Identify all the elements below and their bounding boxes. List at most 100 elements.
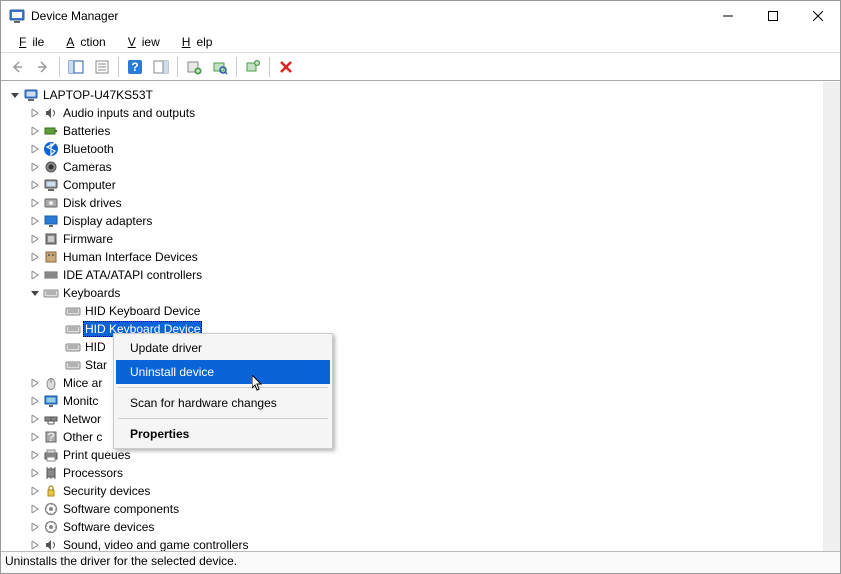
- software-icon: [43, 501, 59, 517]
- chevron-right-icon[interactable]: [27, 393, 43, 409]
- toolbar-action-pane-button[interactable]: [149, 55, 173, 79]
- tree-item-label: Mice ar: [61, 376, 104, 390]
- chevron-down-icon[interactable]: [7, 87, 23, 103]
- chevron-right-icon[interactable]: [27, 123, 43, 139]
- chevron-right-icon[interactable]: [27, 159, 43, 175]
- device-tree[interactable]: LAPTOP-U47KS53TAudio inputs and outputsB…: [1, 82, 840, 551]
- tree-item-label: HID Keyboard Device: [83, 304, 202, 318]
- network-icon: [43, 411, 59, 427]
- tree-category-camera[interactable]: Cameras: [5, 158, 840, 176]
- tree-item-label: Sound, video and game controllers: [61, 538, 250, 551]
- tree-item-label: Firmware: [61, 232, 115, 246]
- ctx-scan-hardware[interactable]: Scan for hardware changes: [116, 391, 330, 415]
- tree-category-audio[interactable]: Sound, video and game controllers: [5, 536, 840, 551]
- chevron-right-icon[interactable]: [27, 483, 43, 499]
- tree-item-label: Security devices: [61, 484, 152, 498]
- monitor-icon: [43, 393, 59, 409]
- chevron-down-icon[interactable]: [27, 285, 43, 301]
- menu-action[interactable]: Action: [54, 34, 111, 50]
- tree-category-processor[interactable]: Processors: [5, 464, 840, 482]
- tree-category-disk[interactable]: Disk drives: [5, 194, 840, 212]
- tree-item-label: Disk drives: [61, 196, 124, 210]
- chevron-right-icon[interactable]: [27, 429, 43, 445]
- toolbar: ?: [1, 53, 840, 81]
- battery-icon: [43, 123, 59, 139]
- tree-category-security[interactable]: Security devices: [5, 482, 840, 500]
- printer-icon: [43, 447, 59, 463]
- ctx-properties[interactable]: Properties: [116, 422, 330, 446]
- ctx-separator: [118, 418, 328, 419]
- tree-category-bluetooth[interactable]: Bluetooth: [5, 140, 840, 158]
- tree-category-software[interactable]: Software components: [5, 500, 840, 518]
- firmware-icon: [43, 231, 59, 247]
- toolbar-uninstall-button[interactable]: [274, 55, 298, 79]
- keyboard-icon: [65, 321, 81, 337]
- keyboard-icon: [65, 303, 81, 319]
- scrollbar[interactable]: [823, 82, 840, 551]
- tree-root[interactable]: LAPTOP-U47KS53T: [5, 86, 840, 104]
- tree-category-display[interactable]: Display adapters: [5, 212, 840, 230]
- menubar: File Action View Help: [1, 31, 840, 53]
- ctx-uninstall-device[interactable]: Uninstall device: [116, 360, 330, 384]
- tree-item-label: Display adapters: [61, 214, 154, 228]
- camera-icon: [43, 159, 59, 175]
- content-area: LAPTOP-U47KS53TAudio inputs and outputsB…: [1, 81, 840, 551]
- audio-icon: [43, 105, 59, 121]
- tree-item-label: Processors: [61, 466, 125, 480]
- chevron-right-icon[interactable]: [27, 465, 43, 481]
- maximize-button[interactable]: [750, 1, 795, 31]
- minimize-button[interactable]: [705, 1, 750, 31]
- chevron-right-icon[interactable]: [27, 213, 43, 229]
- close-button[interactable]: [795, 1, 840, 31]
- toolbar-scan-hardware-button[interactable]: [208, 55, 232, 79]
- ctx-update-driver[interactable]: Update driver: [116, 336, 330, 360]
- menu-help[interactable]: Help: [170, 34, 219, 50]
- tree-item-label: Software devices: [61, 520, 156, 534]
- toolbar-add-hardware-button[interactable]: [241, 55, 265, 79]
- chevron-right-icon[interactable]: [27, 501, 43, 517]
- chevron-right-icon[interactable]: [27, 375, 43, 391]
- chevron-right-icon[interactable]: [27, 249, 43, 265]
- tree-item-label: Star: [83, 358, 109, 372]
- ctx-separator: [118, 387, 328, 388]
- tree-item-label: Computer: [61, 178, 118, 192]
- menu-view[interactable]: View: [116, 34, 166, 50]
- tree-device-keyboard[interactable]: HID Keyboard Device: [5, 302, 840, 320]
- tree-item-label: Monitc: [61, 394, 100, 408]
- chevron-right-icon[interactable]: [27, 105, 43, 121]
- tree-item-label: HID: [83, 340, 108, 354]
- keyboard-icon: [65, 339, 81, 355]
- tree-category-computer[interactable]: Computer: [5, 176, 840, 194]
- chevron-right-icon[interactable]: [27, 537, 43, 551]
- tree-category-battery[interactable]: Batteries: [5, 122, 840, 140]
- tree-item-label: Human Interface Devices: [61, 250, 200, 264]
- mouse-icon: [43, 375, 59, 391]
- hid-icon: [43, 249, 59, 265]
- chevron-right-icon[interactable]: [27, 411, 43, 427]
- menu-file[interactable]: File: [7, 34, 50, 50]
- app-icon: [9, 8, 25, 24]
- tree-category-ide[interactable]: IDE ATA/ATAPI controllers: [5, 266, 840, 284]
- audio-icon: [43, 537, 59, 551]
- tree-item-label: IDE ATA/ATAPI controllers: [61, 268, 204, 282]
- toolbar-show-hide-tree-button[interactable]: [64, 55, 88, 79]
- toolbar-properties-button[interactable]: [90, 55, 114, 79]
- chevron-right-icon[interactable]: [27, 519, 43, 535]
- tree-item-label: Other c: [61, 430, 104, 444]
- chevron-right-icon[interactable]: [27, 447, 43, 463]
- toolbar-update-driver-button[interactable]: [182, 55, 206, 79]
- chevron-right-icon[interactable]: [27, 141, 43, 157]
- chevron-right-icon[interactable]: [27, 267, 43, 283]
- tree-category-software[interactable]: Software devices: [5, 518, 840, 536]
- chevron-right-icon[interactable]: [27, 177, 43, 193]
- tree-category-hid[interactable]: Human Interface Devices: [5, 248, 840, 266]
- toolbar-help-button[interactable]: ?: [123, 55, 147, 79]
- tree-category-audio[interactable]: Audio inputs and outputs: [5, 104, 840, 122]
- toolbar-back-button[interactable]: [5, 55, 29, 79]
- processor-icon: [43, 465, 59, 481]
- chevron-right-icon[interactable]: [27, 195, 43, 211]
- toolbar-forward-button[interactable]: [31, 55, 55, 79]
- chevron-right-icon[interactable]: [27, 231, 43, 247]
- tree-category-keyboard[interactable]: Keyboards: [5, 284, 840, 302]
- tree-category-firmware[interactable]: Firmware: [5, 230, 840, 248]
